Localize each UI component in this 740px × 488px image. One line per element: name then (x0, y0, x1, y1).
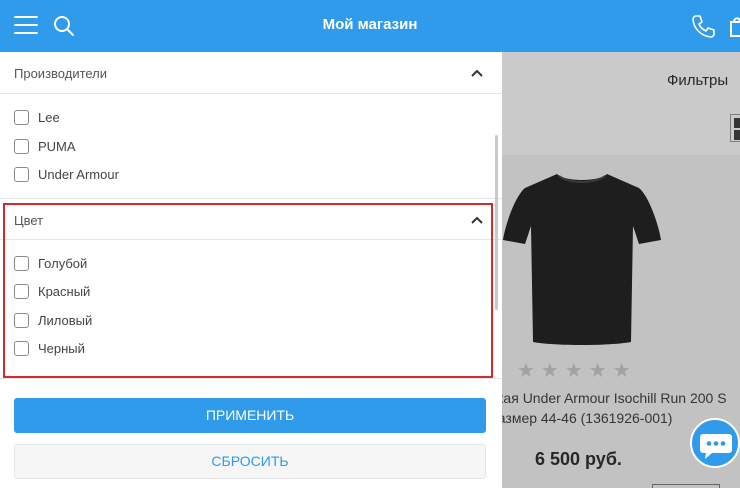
phone-icon[interactable] (690, 13, 716, 39)
chevron-up-icon[interactable] (470, 66, 484, 80)
reset-button[interactable]: СБРОСИТЬ (14, 444, 486, 479)
checkbox[interactable] (14, 110, 29, 125)
checkbox[interactable] (14, 167, 29, 182)
chat-icon (700, 434, 732, 459)
section-header-manufacturers[interactable]: Производители (0, 52, 502, 94)
filter-option-under-armour[interactable]: Under Armour (14, 164, 414, 186)
section-title-manufacturers: Производители (14, 66, 108, 81)
apply-button[interactable]: ПРИМЕНИТЬ (14, 398, 486, 433)
filter-option-puma[interactable]: PUMA (14, 136, 414, 158)
page-title: Мой магазин (322, 16, 418, 33)
chat-button[interactable] (690, 418, 740, 468)
option-label: Under Armour (38, 167, 119, 182)
filter-panel: Производители Lee PUMA Under Armour Цвет… (0, 52, 502, 488)
app-header: Мой магазин (0, 0, 740, 52)
option-label: PUMA (38, 139, 76, 154)
divider (0, 378, 502, 379)
bag-icon[interactable] (730, 14, 740, 38)
option-label: Lee (38, 110, 60, 125)
panel-scrollbar[interactable] (495, 135, 498, 310)
filter-option-lee[interactable]: Lee (14, 107, 414, 129)
color-section-highlight (3, 203, 493, 378)
checkbox[interactable] (14, 139, 29, 154)
